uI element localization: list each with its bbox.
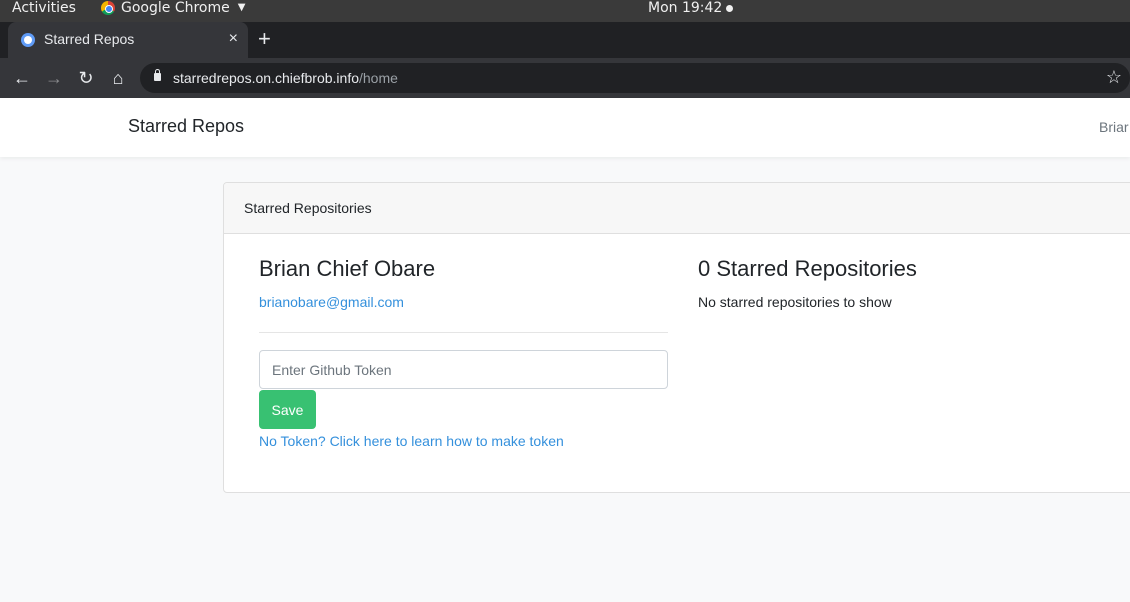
new-tab-icon[interactable]: +: [258, 28, 271, 50]
clock[interactable]: Mon 19:42: [648, 0, 734, 16]
tab-strip: Starred Repos × +: [0, 22, 1130, 58]
back-icon[interactable]: ←: [10, 66, 34, 90]
os-top-bar: Activities Google Chrome ▼ Mon 19:42: [0, 0, 1130, 22]
url-path: /home: [359, 70, 398, 86]
bookmark-star-icon[interactable]: ☆: [1106, 67, 1122, 87]
site-navbar: Starred Repos Briar: [0, 98, 1130, 157]
address-bar[interactable]: starredrepos.on.chiefbrob.info/home ☆: [140, 63, 1130, 93]
home-icon[interactable]: ⌂: [106, 66, 130, 90]
empty-state-message: No starred repositories to show: [698, 294, 892, 310]
tab-starred-repos[interactable]: Starred Repos ×: [8, 22, 248, 58]
app-name: Google Chrome: [121, 0, 230, 16]
card-header: Starred Repositories: [224, 183, 1130, 234]
token-help-link[interactable]: No Token? Click here to learn how to mak…: [259, 433, 564, 449]
repo-count-title: 0 Starred Repositories: [698, 256, 917, 281]
notification-dot-icon: [726, 4, 734, 12]
navbar-brand[interactable]: Starred Repos: [128, 116, 244, 137]
github-token-input[interactable]: [259, 350, 668, 389]
user-name: Brian Chief Obare: [259, 256, 436, 281]
user-menu[interactable]: Briar: [1099, 119, 1129, 135]
browser-toolbar: ← → ↻ ⌂ starredrepos.on.chiefbrob.info/h…: [0, 58, 1130, 98]
activities-button[interactable]: Activities: [12, 0, 76, 16]
reload-icon[interactable]: ↻: [74, 66, 98, 90]
github-favicon-icon: [21, 33, 35, 47]
tab-title: Starred Repos: [44, 31, 135, 47]
chrome-icon: [101, 1, 115, 15]
app-menu[interactable]: Google Chrome ▼: [101, 0, 245, 16]
url-host: starredrepos.on.chiefbrob.info: [173, 70, 359, 86]
starred-repos-card: Starred Repositories Brian Chief Obare b…: [223, 182, 1130, 493]
caret-down-icon: ▼: [237, 2, 246, 13]
card-header-title: Starred Repositories: [244, 200, 372, 216]
lock-icon[interactable]: [154, 69, 161, 81]
url-text[interactable]: starredrepos.on.chiefbrob.info/home: [173, 70, 398, 86]
clock-text: Mon 19:42: [648, 0, 723, 16]
save-button[interactable]: Save: [259, 390, 316, 429]
tab-close-icon[interactable]: ×: [229, 30, 238, 48]
divider: [259, 332, 668, 333]
user-email-link[interactable]: brianobare@gmail.com: [259, 294, 404, 310]
forward-icon[interactable]: →: [42, 66, 66, 90]
